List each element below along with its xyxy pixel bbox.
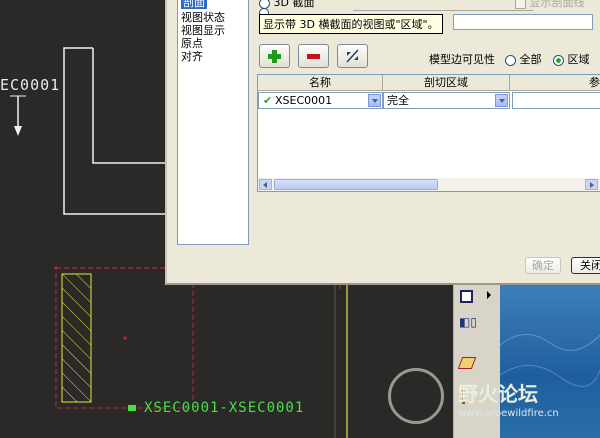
section-label: XSEC0001-XSEC0001 xyxy=(144,400,305,416)
watermark-logo-icon xyxy=(388,368,444,424)
column-header-param[interactable]: 参 xyxy=(510,75,600,91)
checkbox-icon xyxy=(515,0,526,9)
column-header-name[interactable]: 名称 xyxy=(258,75,383,91)
radio-all[interactable]: 全部 xyxy=(505,51,542,67)
list-item-alignment[interactable]: 对齐 xyxy=(181,50,203,63)
check-icon: ✔ xyxy=(263,94,273,107)
view-properties-dialog: 剖面 视图状态 视图显示 原点 对齐 3D 截面 显示带 3D 横截面的视图或"… xyxy=(165,0,600,285)
chevron-down-icon[interactable] xyxy=(368,94,381,107)
list-item-view-states[interactable]: 视图状态 xyxy=(181,11,225,24)
list-item-view-display[interactable]: 视图显示 xyxy=(181,24,225,37)
remove-section-button[interactable] xyxy=(298,44,329,68)
plane-icon[interactable] xyxy=(457,357,477,369)
add-section-button[interactable] xyxy=(259,44,290,68)
watermark-text: 野火论坛 xyxy=(458,382,538,406)
section-name-field[interactable] xyxy=(453,14,593,30)
horizontal-scrollbar[interactable] xyxy=(258,178,600,191)
mirror-icon[interactable]: ◧▯ xyxy=(459,315,477,329)
chevron-down-icon[interactable] xyxy=(495,94,508,107)
category-list[interactable]: 剖面 视图状态 视图显示 原点 对齐 xyxy=(177,0,249,245)
table-row-region-cell[interactable]: 完全 xyxy=(383,92,510,109)
chevron-left-icon xyxy=(263,182,267,188)
flip-direction-button[interactable] xyxy=(337,44,368,68)
tooltip: 显示带 3D 横截面的视图或"区域"。 xyxy=(259,14,443,34)
watermark-url: www.proewildfire.cn xyxy=(458,408,559,419)
radio-region[interactable]: 区域 xyxy=(553,51,590,67)
table-row-param-cell[interactable] xyxy=(512,92,600,109)
chevron-right-icon[interactable] xyxy=(487,291,491,299)
part-outline-upper xyxy=(63,47,165,215)
show-section-checkbox[interactable]: 显示剖面线 xyxy=(515,0,585,10)
flip-icon xyxy=(346,49,359,63)
hatched-section xyxy=(61,273,92,403)
list-item-section[interactable]: 剖面 xyxy=(181,0,207,9)
scroll-right-button[interactable] xyxy=(585,179,598,190)
minus-icon xyxy=(307,54,320,59)
scroll-thumb[interactable] xyxy=(274,179,438,190)
radio-selected-icon xyxy=(553,54,564,66)
view-box-icon[interactable] xyxy=(460,290,473,303)
radio-icon xyxy=(505,54,516,66)
datum-label: EC0001 xyxy=(0,76,61,94)
visibility-label: 模型边可见性 xyxy=(429,53,495,66)
chevron-right-icon xyxy=(590,182,594,188)
section-table[interactable]: 名称 剖切区域 参 ✔ XSEC0001 完全 xyxy=(257,74,600,192)
scroll-left-button[interactable] xyxy=(259,179,272,190)
list-item-origin[interactable]: 原点 xyxy=(181,37,203,50)
part-outline-inner xyxy=(92,48,165,164)
section-marker xyxy=(128,405,136,411)
table-row-name-cell[interactable]: ✔ XSEC0001 xyxy=(258,92,383,109)
column-header-region[interactable]: 剖切区域 xyxy=(383,75,510,91)
datum-arrow-head xyxy=(14,126,22,136)
plus-icon xyxy=(268,50,281,63)
ok-button[interactable]: 确定 xyxy=(525,257,561,274)
section-name-field-top xyxy=(353,0,533,11)
close-button[interactable]: 关闭 xyxy=(571,257,600,274)
